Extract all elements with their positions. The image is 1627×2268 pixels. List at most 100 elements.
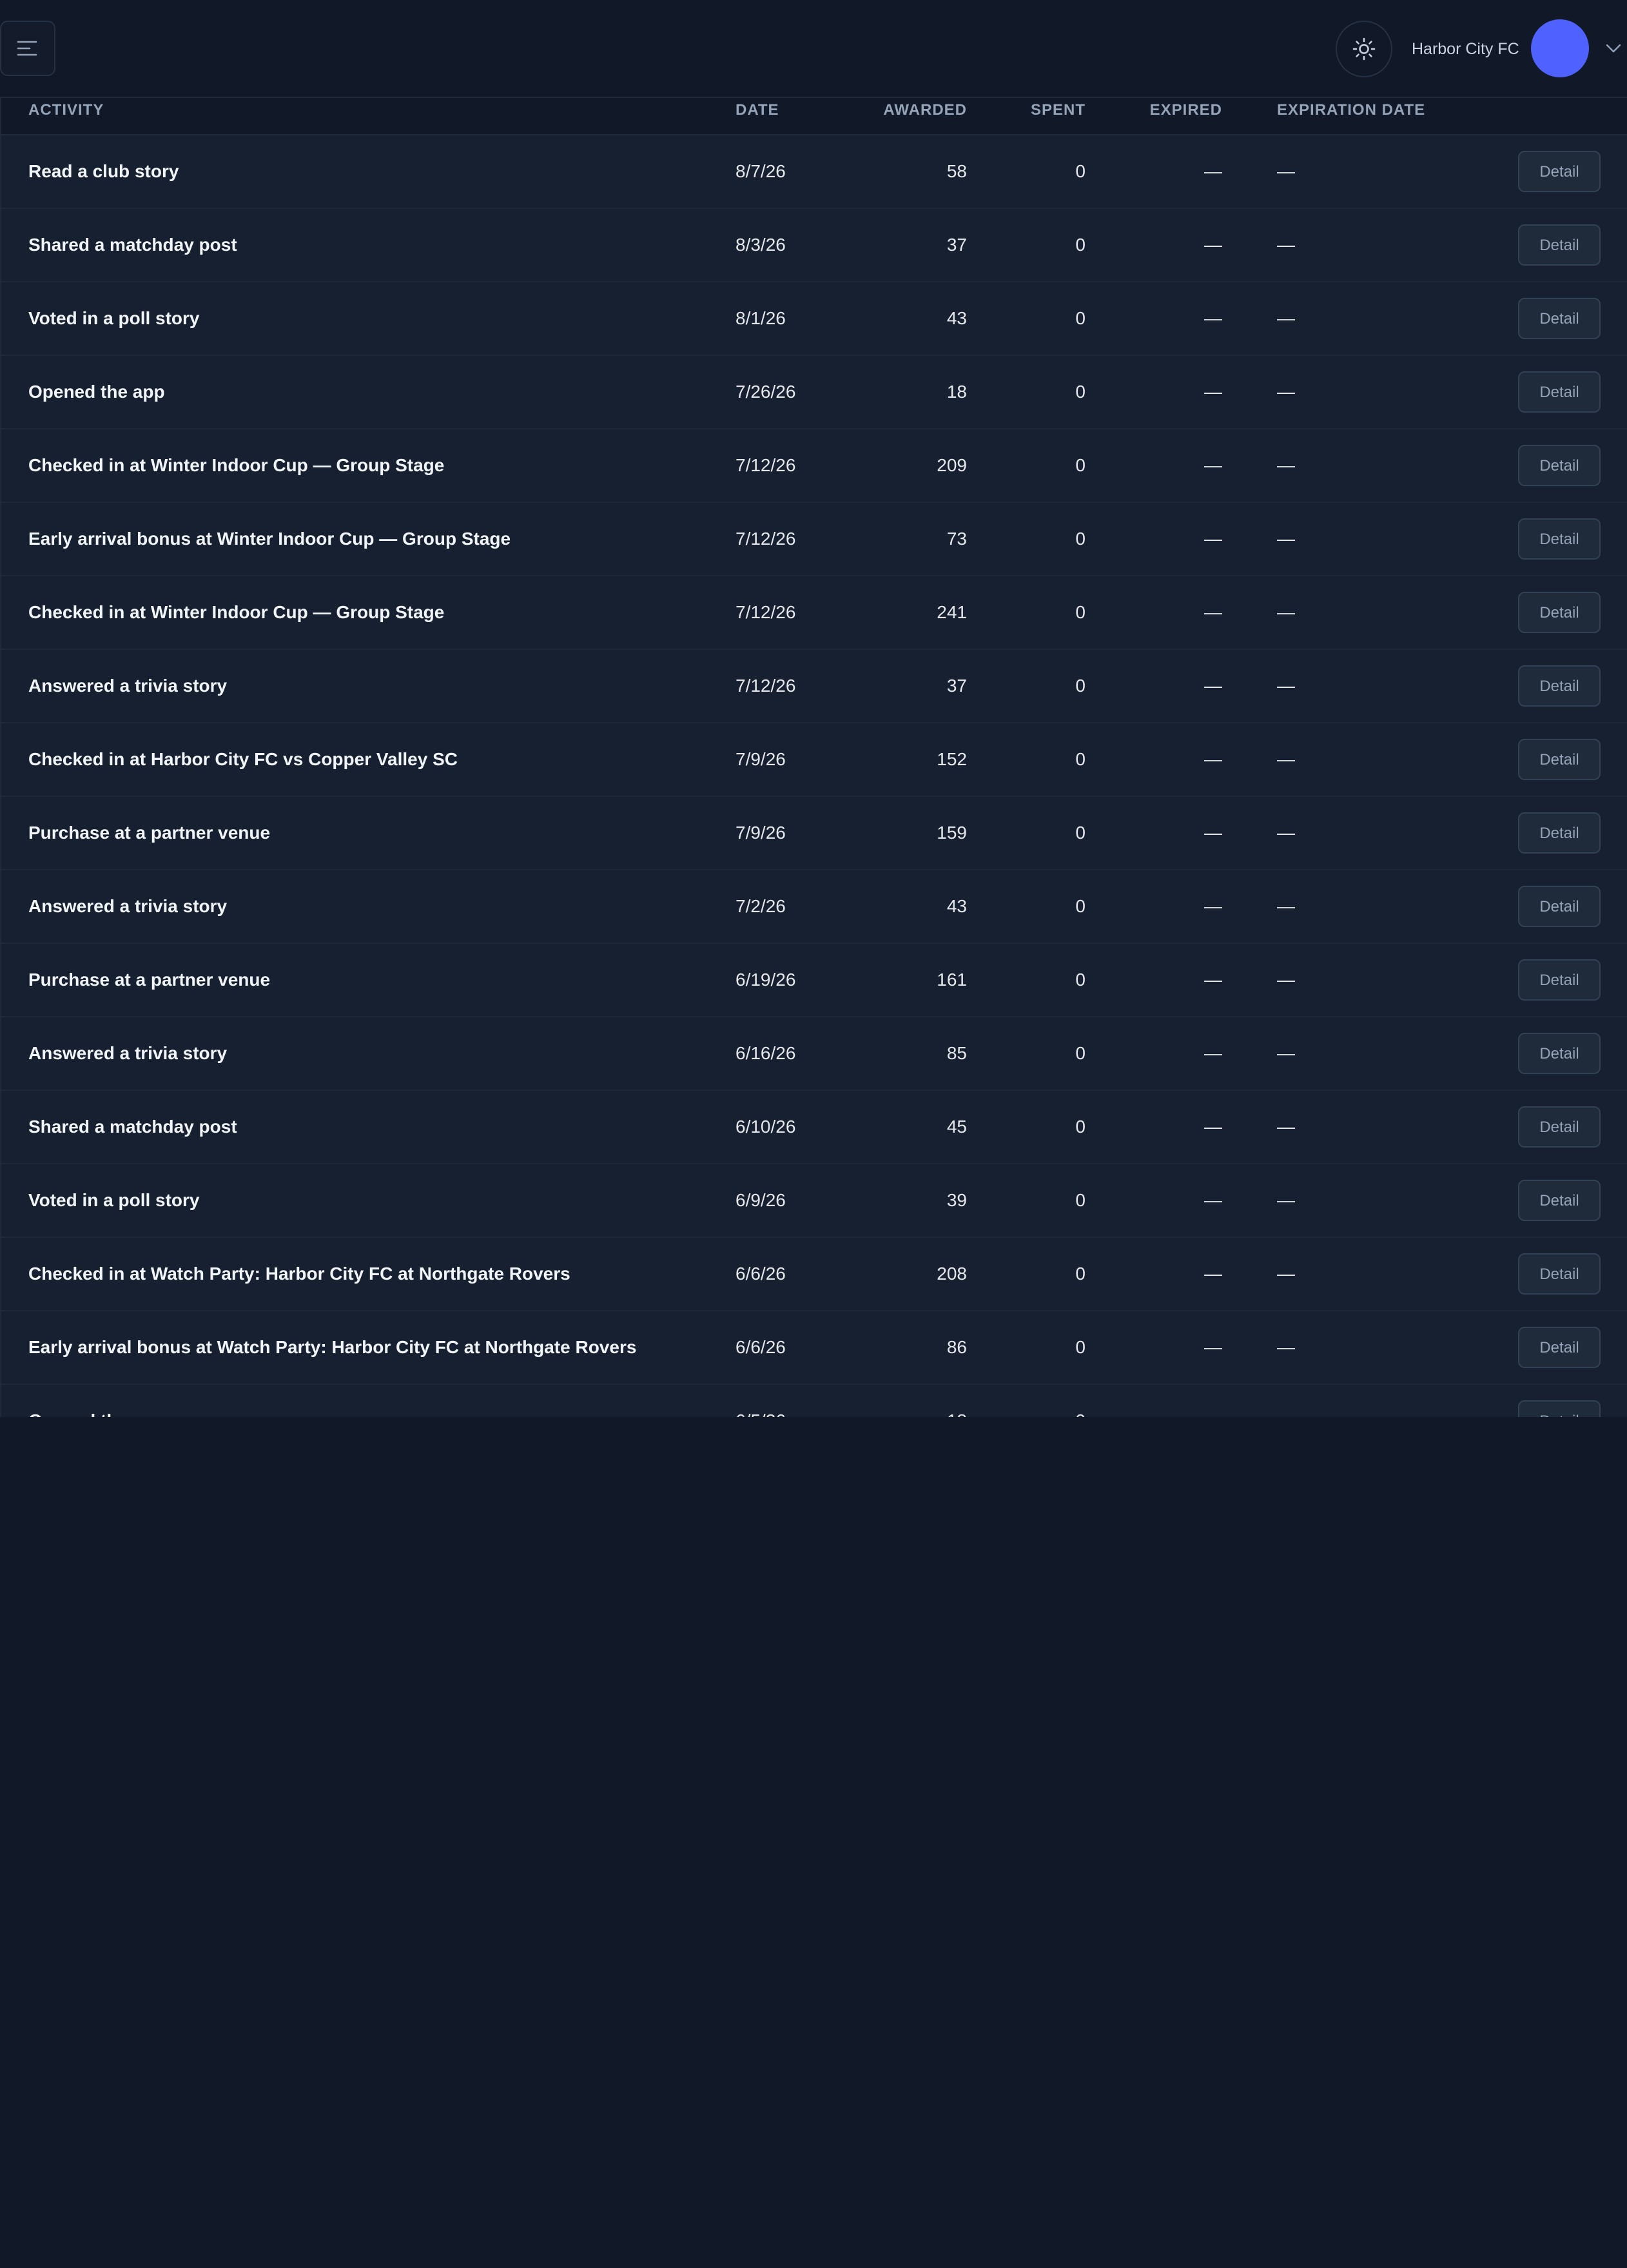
cell-spent: 0 bbox=[1075, 161, 1086, 181]
cell-expired: — bbox=[1204, 602, 1222, 622]
cell-date: 6/16/26 bbox=[736, 1043, 796, 1063]
activity-table: Activity Date Awarded Spent Expired Expi… bbox=[0, 98, 1627, 1417]
table-row: Checked in at Harbor City FC vs Copper V… bbox=[1, 723, 1627, 797]
detail-button[interactable]: Detail bbox=[1518, 1327, 1601, 1368]
cell-spent: 0 bbox=[1075, 308, 1086, 328]
cell-activity: Answered a trivia story bbox=[28, 1043, 228, 1063]
cell-expiration-date: — bbox=[1277, 1337, 1295, 1357]
detail-button[interactable]: Detail bbox=[1518, 224, 1601, 266]
detail-button[interactable]: Detail bbox=[1518, 1400, 1601, 1417]
cell-expired: — bbox=[1204, 382, 1222, 402]
cell-awarded: 37 bbox=[946, 235, 967, 255]
cell-activity: Opened the app bbox=[28, 382, 165, 402]
detail-button[interactable]: Detail bbox=[1518, 1033, 1601, 1074]
theme-toggle-button[interactable] bbox=[1336, 21, 1392, 77]
cell-awarded: 18 bbox=[946, 382, 967, 402]
cell-spent: 0 bbox=[1075, 1385, 1086, 1417]
cell-activity: Voted in a poll story bbox=[28, 1190, 200, 1210]
cell-spent: 0 bbox=[1075, 1337, 1086, 1357]
table-row: Opened the app 7/26/26 18 0 — — Detail bbox=[1, 356, 1627, 429]
cell-date: 8/1/26 bbox=[736, 308, 786, 328]
table-row: Answered a trivia story 6/16/26 85 0 — — Detai… bbox=[1, 1017, 1627, 1091]
cell-spent: 0 bbox=[1075, 1117, 1086, 1137]
cell-expiration-date: — bbox=[1277, 602, 1295, 622]
cell-activity: Answered a trivia story bbox=[28, 676, 228, 696]
detail-button[interactable]: Detail bbox=[1518, 371, 1601, 413]
cell-spent: 0 bbox=[1075, 235, 1086, 255]
detail-button[interactable]: Detail bbox=[1518, 886, 1601, 927]
detail-button[interactable]: Detail bbox=[1518, 959, 1601, 1001]
table-row: Voted in a poll story 8/1/26 43 0 — — Detail bbox=[1, 282, 1627, 356]
avatar[interactable] bbox=[1531, 19, 1589, 77]
cell-expiration-date: — bbox=[1277, 1385, 1295, 1417]
cell-spent: 0 bbox=[1075, 1264, 1086, 1284]
cell-date: 6/5/26 bbox=[736, 1385, 786, 1417]
cell-awarded: 209 bbox=[937, 455, 967, 475]
menu-button[interactable] bbox=[0, 21, 55, 76]
cell-expiration-date: — bbox=[1277, 1117, 1295, 1137]
cell-spent: 0 bbox=[1075, 970, 1086, 990]
table-row: Checked in at Watch Party: Harbor City F… bbox=[1, 1238, 1627, 1311]
organization-name: Harbor City FC bbox=[1412, 40, 1519, 58]
cell-expired: — bbox=[1204, 1043, 1222, 1063]
cell-date: 7/26/26 bbox=[736, 382, 796, 402]
detail-button[interactable]: Detail bbox=[1518, 812, 1601, 854]
cell-awarded: 39 bbox=[946, 1190, 967, 1210]
table-row: Voted in a poll story 6/9/26 39 0 — — Detail bbox=[1, 1164, 1627, 1238]
cell-date: 6/19/26 bbox=[736, 970, 796, 990]
cell-expiration-date: — bbox=[1277, 161, 1295, 181]
detail-button[interactable]: Detail bbox=[1518, 1180, 1601, 1221]
account-menu-toggle[interactable] bbox=[1604, 39, 1623, 58]
cell-expired: — bbox=[1204, 823, 1222, 843]
detail-button[interactable]: Detail bbox=[1518, 445, 1601, 486]
detail-button[interactable]: Detail bbox=[1518, 1106, 1601, 1148]
cell-expired: — bbox=[1204, 1190, 1222, 1210]
cell-activity: Purchase at a partner venue bbox=[28, 823, 271, 843]
cell-activity: Checked in at Winter Indoor Cup — Group … bbox=[28, 455, 445, 475]
table-row: Shared a matchday post 8/3/26 37 0 — — Detail bbox=[1, 209, 1627, 282]
cell-activity: Checked in at Harbor City FC vs Copper V… bbox=[28, 749, 458, 769]
cell-expiration-date: — bbox=[1277, 529, 1295, 549]
column-header-expired: Expired bbox=[1149, 101, 1222, 119]
detail-button[interactable]: Detail bbox=[1518, 1253, 1601, 1295]
cell-activity: Answered a trivia story bbox=[28, 896, 228, 916]
detail-button[interactable]: Detail bbox=[1518, 665, 1601, 707]
table-row: Checked in at Winter Indoor Cup — Group … bbox=[1, 429, 1627, 503]
cell-date: 7/9/26 bbox=[736, 823, 786, 843]
cell-awarded: 43 bbox=[946, 896, 967, 916]
cell-spent: 0 bbox=[1075, 896, 1086, 916]
column-header-activity: Activity bbox=[28, 101, 104, 119]
detail-button[interactable]: Detail bbox=[1518, 592, 1601, 633]
detail-button[interactable]: Detail bbox=[1518, 739, 1601, 780]
column-header-expiration-date: Expiration Date bbox=[1277, 101, 1426, 119]
table-row: Shared a matchday post 6/10/26 45 0 — — Detail bbox=[1, 1091, 1627, 1164]
cell-activity: Opened the app bbox=[28, 1385, 165, 1417]
cell-date: 6/9/26 bbox=[736, 1190, 786, 1210]
cell-expired: — bbox=[1204, 749, 1222, 769]
detail-button[interactable]: Detail bbox=[1518, 151, 1601, 192]
column-header-awarded: Awarded bbox=[883, 101, 967, 119]
cell-expiration-date: — bbox=[1277, 896, 1295, 916]
cell-activity: Purchase at a partner venue bbox=[28, 970, 271, 990]
cell-expiration-date: — bbox=[1277, 676, 1295, 696]
cell-awarded: 85 bbox=[946, 1043, 967, 1063]
cell-expired: — bbox=[1204, 529, 1222, 549]
cell-spent: 0 bbox=[1075, 602, 1086, 622]
table-body: Read a club story 8/7/26 58 0— — Detail Shared… bbox=[1, 135, 1627, 1417]
cell-activity: Read a club story bbox=[28, 161, 179, 181]
table-row: Read a club story 8/7/26 58 0 — — Detail bbox=[1, 135, 1627, 209]
cell-expiration-date: — bbox=[1277, 1264, 1295, 1284]
table-row: Purchase at a partner venue 7/9/26 159 0 — — D… bbox=[1, 797, 1627, 870]
chevron-down-icon bbox=[1606, 44, 1621, 53]
table-header: Activity Date Awarded Spent Expired Expi… bbox=[1, 98, 1627, 135]
cell-awarded: 161 bbox=[937, 970, 967, 990]
cell-expired: — bbox=[1204, 676, 1222, 696]
cell-activity: Checked in at Winter Indoor Cup — Group … bbox=[28, 602, 445, 622]
cell-date: 7/12/26 bbox=[736, 455, 796, 475]
detail-button[interactable]: Detail bbox=[1518, 298, 1601, 339]
table-row: Early arrival bonus at Winter Indoor Cup… bbox=[1, 503, 1627, 576]
cell-date: 6/6/26 bbox=[736, 1264, 786, 1284]
detail-button[interactable]: Detail bbox=[1518, 518, 1601, 560]
cell-expired: — bbox=[1204, 1117, 1222, 1137]
cell-date: 8/3/26 bbox=[736, 235, 786, 255]
